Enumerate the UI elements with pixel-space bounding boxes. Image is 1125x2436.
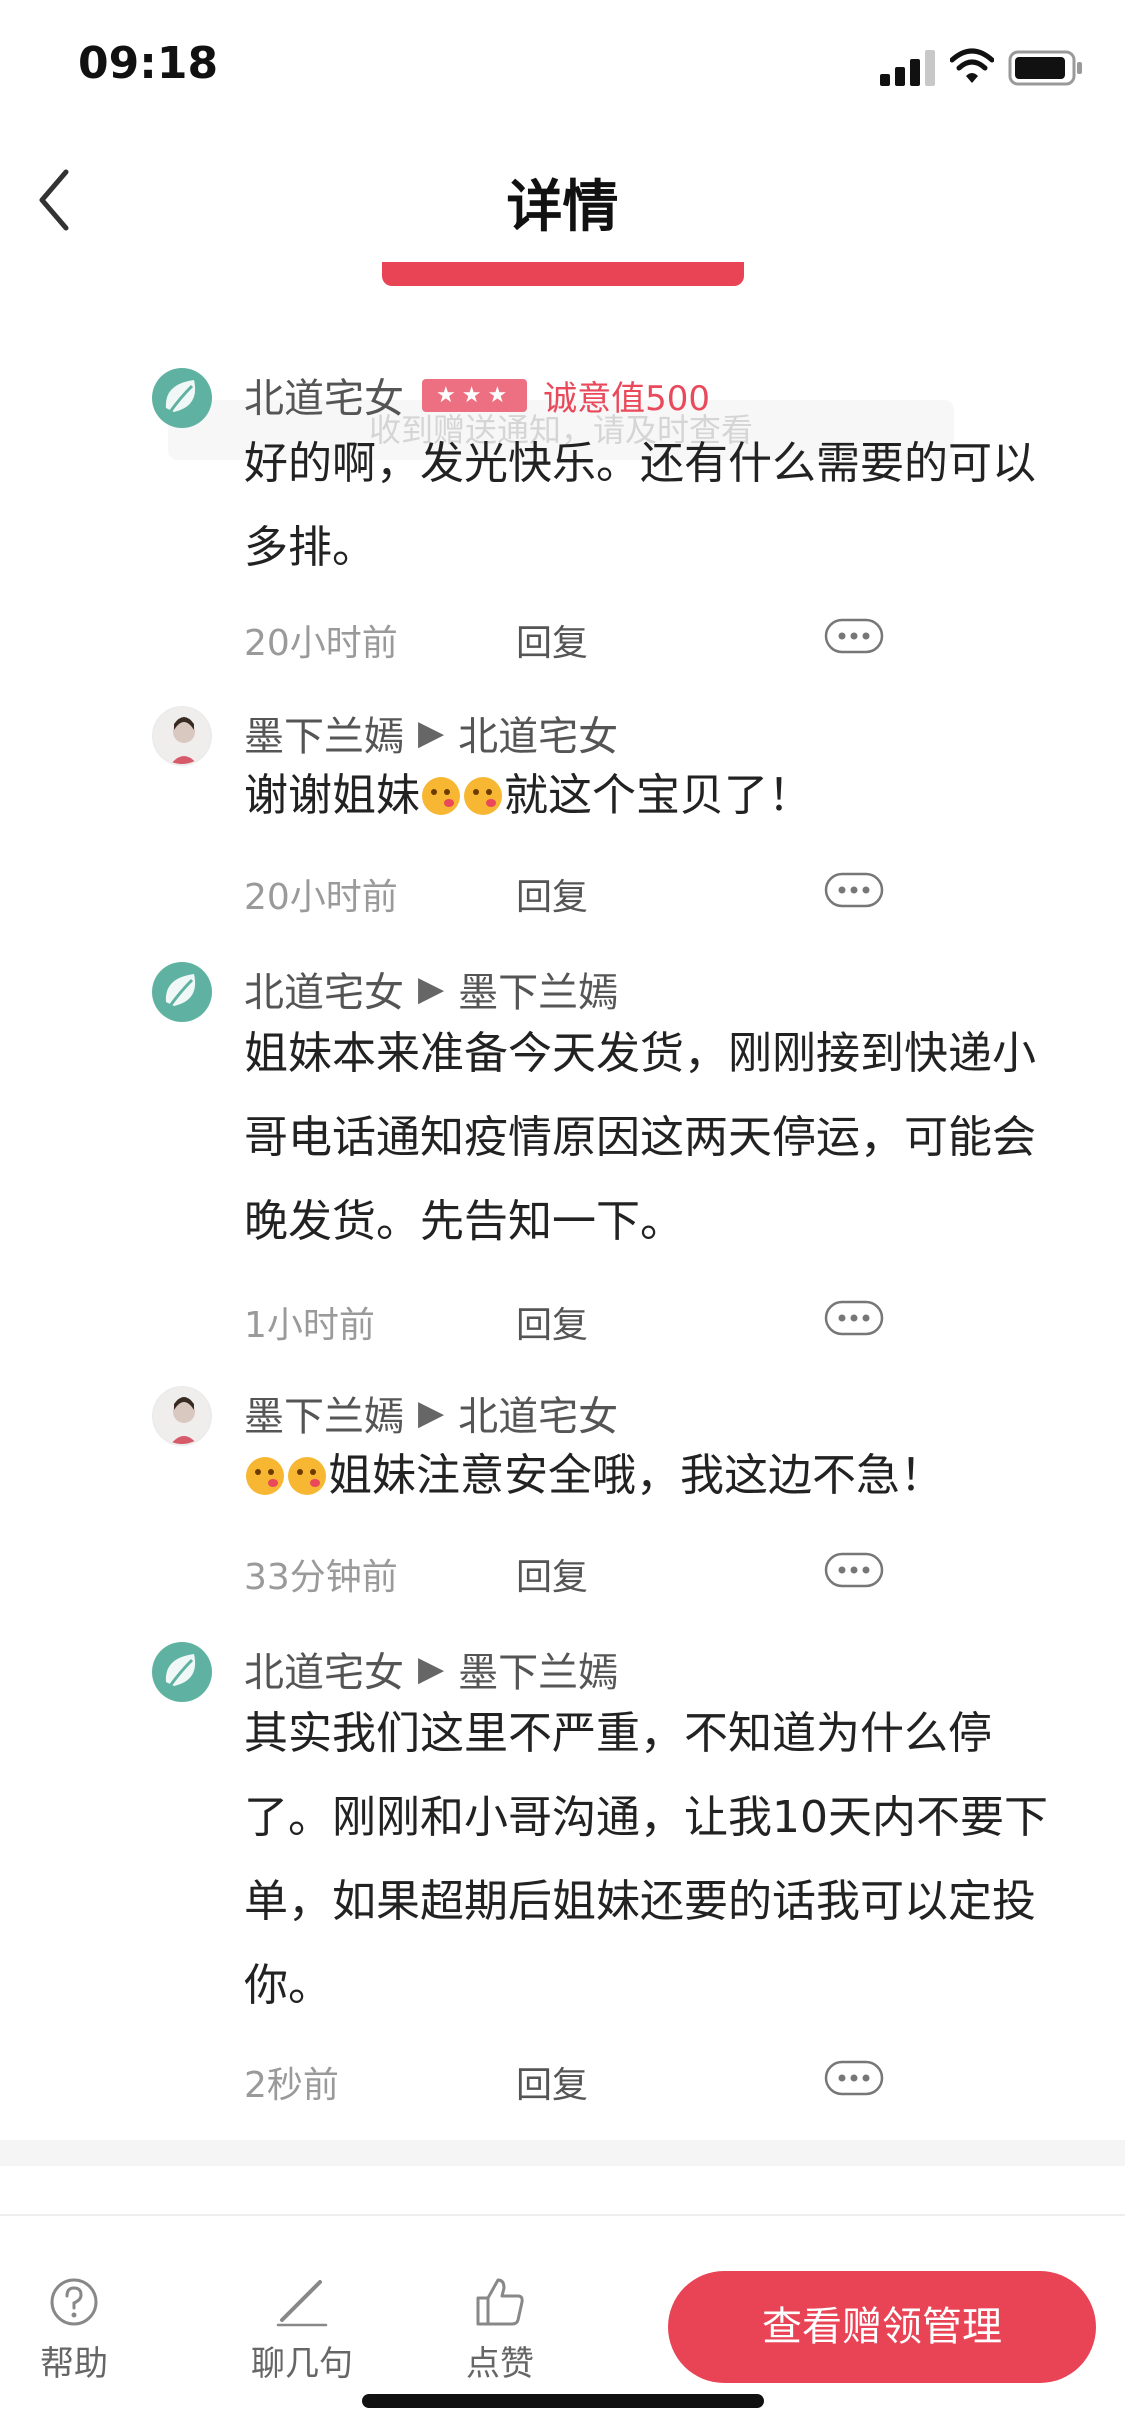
section-divider bbox=[0, 2140, 1125, 2166]
view-gift-management-button[interactable]: 查看赠领管理 bbox=[668, 2271, 1096, 2383]
more-icon[interactable] bbox=[824, 616, 884, 656]
leaf-avatar[interactable] bbox=[152, 368, 212, 428]
comment-meta: 2秒前 回复 bbox=[244, 2056, 1064, 2106]
comment-time: 1小时前 bbox=[244, 1305, 375, 1346]
comment-text: 姐妹本来准备今天发货，刚刚接到快递小哥电话通知疫情原因这两天停运，可能会晚发货。… bbox=[244, 1028, 1036, 1247]
reply-arrow-icon: ▶ bbox=[418, 1649, 445, 1689]
comment-time: 20小时前 bbox=[244, 877, 398, 918]
sincerity-value: 诚意值500 bbox=[543, 378, 711, 419]
chat-tab[interactable]: 聊几句 bbox=[232, 2276, 372, 2385]
more-icon[interactable] bbox=[824, 2058, 884, 2098]
comment-text: 谢谢姐妹 就这个宝贝了！ bbox=[244, 754, 1064, 838]
comment-text-part: 谢谢姐妹 bbox=[244, 770, 420, 821]
comment-text: 好的啊，发光快乐。还有什么需要的可以多排。 bbox=[244, 438, 1036, 573]
more-icon[interactable] bbox=[824, 1298, 884, 1338]
reply-to-name[interactable]: 墨下兰嫣 bbox=[458, 960, 618, 1018]
comment-text: 其实我们这里不严重，不知道为什么停了。刚刚和小哥沟通，让我10天内不要下单，如果… bbox=[244, 1708, 1048, 2011]
comment-text-part: 姐妹注意安全哦，我这边不急！ bbox=[328, 1450, 944, 1501]
comment-meta: 33分钟前 回复 bbox=[244, 1548, 1064, 1598]
reply-arrow-icon: ▶ bbox=[418, 1393, 445, 1433]
leaf-avatar[interactable] bbox=[152, 1642, 212, 1702]
blush-emoji-icon bbox=[422, 777, 460, 815]
help-icon bbox=[50, 2278, 98, 2326]
comment-text-part: 就这个宝贝了！ bbox=[504, 770, 812, 821]
battery-icon bbox=[1008, 50, 1082, 86]
comment-time: 2秒前 bbox=[244, 2065, 339, 2106]
reply-button[interactable]: 回复 bbox=[516, 868, 588, 920]
reply-to-name[interactable]: 墨下兰嫣 bbox=[458, 1640, 618, 1698]
author-name[interactable]: 北道宅女 bbox=[244, 960, 404, 1018]
page-title: 详情 bbox=[506, 175, 619, 240]
person-avatar[interactable] bbox=[152, 706, 212, 766]
wifi-icon bbox=[950, 48, 994, 83]
signal-icon bbox=[880, 50, 935, 86]
reply-arrow-icon: ▶ bbox=[418, 713, 445, 753]
blush-emoji-icon bbox=[288, 1457, 326, 1495]
comment-header: 北道宅女 ▶ 墨下兰嫣 bbox=[244, 1640, 618, 1698]
comment-time: 33分钟前 bbox=[244, 1557, 398, 1598]
reply-arrow-icon: ▶ bbox=[418, 969, 445, 1009]
chat-label: 聊几句 bbox=[251, 2344, 353, 2384]
level-badge: ★★★ bbox=[422, 378, 528, 412]
person-avatar[interactable] bbox=[152, 1386, 212, 1446]
reply-button[interactable]: 回复 bbox=[516, 1548, 588, 1600]
nav-bar: 详情 bbox=[0, 140, 1125, 260]
comment-meta: 20小时前 回复 bbox=[244, 614, 1064, 664]
leaf-avatar[interactable] bbox=[152, 962, 212, 1022]
thumb-up-icon bbox=[476, 2278, 524, 2326]
reply-button[interactable]: 回复 bbox=[516, 614, 588, 666]
blush-emoji-icon bbox=[464, 777, 502, 815]
reply-button[interactable]: 回复 bbox=[516, 2056, 588, 2108]
blush-emoji-icon bbox=[246, 1457, 284, 1495]
more-icon[interactable] bbox=[824, 870, 884, 910]
help-label: 帮助 bbox=[40, 2344, 108, 2384]
reply-button[interactable]: 回复 bbox=[516, 1296, 588, 1348]
pen-icon bbox=[276, 2280, 328, 2327]
status-bar: 09:18 bbox=[0, 0, 1125, 140]
status-time: 09:18 bbox=[78, 38, 219, 89]
like-tab[interactable]: 点赞 bbox=[430, 2276, 570, 2385]
comment-meta: 1小时前 回复 bbox=[244, 1296, 1064, 1346]
help-tab[interactable]: 帮助 bbox=[4, 2276, 144, 2385]
comment-header: 北道宅女 ▶ 墨下兰嫣 bbox=[244, 960, 618, 1018]
comment-time: 20小时前 bbox=[244, 623, 398, 664]
comment-text: 姐妹注意安全哦，我这边不急！ bbox=[244, 1434, 1064, 1518]
author-name[interactable]: 北道宅女 bbox=[244, 366, 404, 424]
home-indicator[interactable] bbox=[362, 2394, 764, 2408]
banner-bottom-edge bbox=[382, 262, 744, 286]
more-icon[interactable] bbox=[824, 1550, 884, 1590]
like-label: 点赞 bbox=[466, 2344, 534, 2384]
comment-header: 北道宅女 ★★★ 诚意值500 bbox=[244, 366, 710, 424]
author-name[interactable]: 北道宅女 bbox=[244, 1640, 404, 1698]
comment-meta: 20小时前 回复 bbox=[244, 868, 1064, 918]
